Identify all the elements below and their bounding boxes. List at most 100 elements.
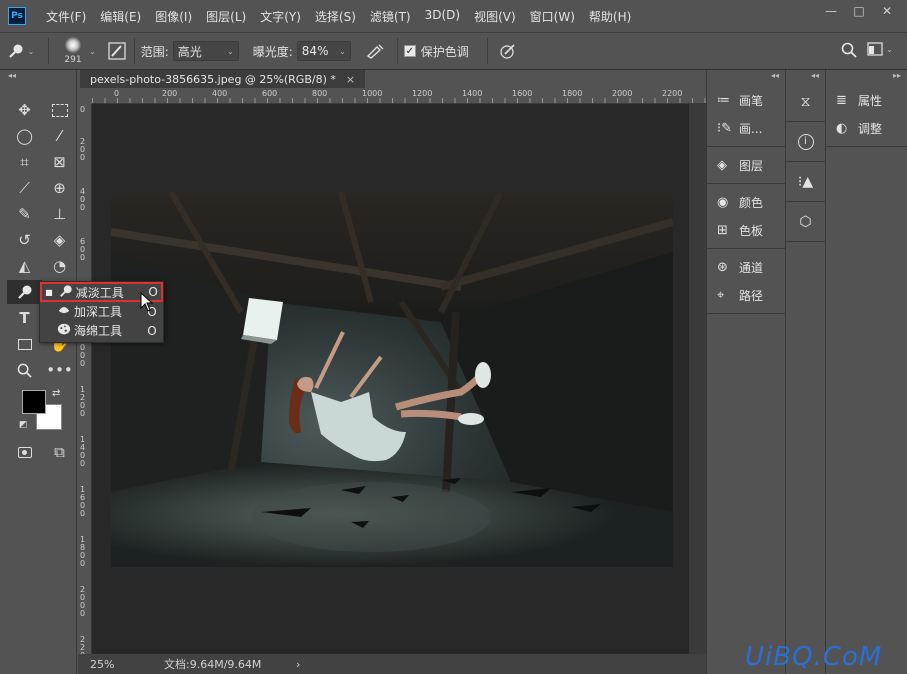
brush-tool-icon[interactable]: ✎: [7, 202, 42, 226]
marquee-tool-icon[interactable]: [42, 98, 77, 122]
menu-layer[interactable]: 图层(L): [199, 8, 253, 25]
document-tab[interactable]: pexels-photo-3856635.jpeg @ 25%(RGB/8) *…: [80, 70, 366, 88]
close-tab-icon[interactable]: ×: [346, 73, 355, 86]
eyedropper-tool-icon[interactable]: ⟋: [7, 176, 42, 200]
horizontal-ruler: 0 200 400 600 800 1000 1200 1400 1600 18…: [92, 88, 706, 104]
brush-preset-picker[interactable]: 291: [61, 33, 85, 69]
paint-bucket-icon[interactable]: ◭: [7, 254, 42, 278]
menu-edit[interactable]: 编辑(E): [93, 8, 148, 25]
palette-icon: ◉: [717, 194, 729, 210]
tool-preset-picker[interactable]: ⌄: [0, 43, 42, 59]
default-colors-icon[interactable]: ◩: [19, 420, 28, 430]
status-bar: 25% 文档:9.64M/9.64M ›: [78, 654, 706, 674]
panel-dock-icons: ◂◂ ⧖ i ⁝▲ ⬡: [785, 70, 825, 674]
range-dropdown[interactable]: 高光 ⌄: [172, 41, 239, 61]
brush-settings-toggle[interactable]: [106, 40, 128, 62]
panel-label: 画笔: [739, 93, 764, 108]
ruler-ticks: [92, 98, 706, 103]
tools-panel: ◂◂ ✥ ◯ ⁄ ⌗ ⊠ ⟋ ⊕ ✎ ⊥ ↺ ◈ ◭ ◔ T ✋ ••• ⇄ ◩…: [0, 70, 77, 674]
properties-icon: ≣: [836, 92, 847, 108]
exposure-field[interactable]: 84% ⌄: [296, 41, 351, 61]
flyout-label: 海绵工具: [74, 324, 123, 338]
protect-tones-checkbox[interactable]: ✓: [403, 45, 416, 57]
menu-filter[interactable]: 滤镜(T): [363, 8, 418, 25]
swap-colors-icon[interactable]: ⇄: [52, 388, 60, 399]
panel-brush-presets[interactable]: ⁝✎ 画...: [707, 114, 785, 142]
more-tools-icon[interactable]: •••: [42, 358, 77, 382]
menu-help[interactable]: 帮助(H): [582, 8, 638, 25]
panel-brush-settings[interactable]: ≔ 画笔: [707, 86, 785, 114]
panel-properties[interactable]: ≣ 属性: [826, 86, 907, 114]
panel-channels[interactable]: ⊛ 通道: [707, 253, 785, 281]
menu-view[interactable]: 视图(V): [467, 8, 523, 25]
airbrush-icon: [366, 44, 384, 59]
properties-panel-group: ≣ 属性 ◐ 调整: [826, 82, 907, 147]
collapse-icon[interactable]: ◂◂: [0, 70, 76, 82]
zoom-tool-icon[interactable]: [7, 358, 42, 382]
move-tool-icon[interactable]: ✥: [7, 98, 42, 122]
quick-mask-icon[interactable]: [7, 440, 42, 464]
minimize-button[interactable]: —: [819, 2, 843, 20]
chevron-down-icon[interactable]: ⌄: [89, 47, 96, 56]
dodge-tool-icon[interactable]: [7, 280, 42, 304]
panel-color[interactable]: ◉ 颜色: [707, 188, 785, 216]
healing-brush-icon[interactable]: ⊕: [42, 176, 77, 200]
chevron-down-icon: ⌄: [227, 46, 234, 56]
history-panel-icon[interactable]: ⧖: [786, 82, 825, 122]
collapse-icon[interactable]: ◂◂: [786, 70, 825, 82]
ruler-label: 1000: [362, 89, 383, 98]
channels-icon: ⊛: [717, 259, 728, 275]
menu-type[interactable]: 文字(Y): [253, 8, 308, 25]
character-panel-icon[interactable]: ⁝▲: [786, 162, 825, 202]
search-button[interactable]: [841, 42, 857, 61]
menu-select[interactable]: 选择(S): [308, 8, 363, 25]
photo-canvas[interactable]: [111, 192, 673, 567]
panel-layers[interactable]: ◈ 图层: [707, 151, 785, 179]
paths-icon: ⌖: [717, 287, 725, 303]
airbrush-toggle[interactable]: [359, 43, 391, 59]
ruler-label: 200: [162, 89, 178, 98]
clone-stamp-icon[interactable]: ⊥: [42, 202, 77, 226]
photoshop-logo: Ps: [8, 7, 26, 25]
lasso-tool-icon[interactable]: ◯: [7, 124, 42, 148]
divider: [48, 38, 49, 64]
menu-3d[interactable]: 3D(D): [418, 8, 467, 25]
ruler-label: 2000: [80, 585, 86, 618]
panel-label: 路径: [739, 288, 764, 303]
panel-adjustments[interactable]: ◐ 调整: [826, 114, 907, 142]
magic-wand-icon[interactable]: ⁄: [42, 124, 77, 148]
canvas-area[interactable]: [93, 105, 688, 654]
foreground-color-swatch[interactable]: [22, 390, 46, 414]
blur-tool-icon[interactable]: ◔: [42, 254, 77, 278]
history-brush-icon[interactable]: ↺: [7, 228, 42, 252]
info-panel-icon[interactable]: i: [786, 122, 825, 162]
flyout-item-sponge[interactable]: 海绵工具 O: [40, 321, 163, 340]
menu-image[interactable]: 图像(I): [148, 8, 199, 25]
eraser-tool-icon[interactable]: ◈: [42, 228, 77, 252]
status-menu-arrow[interactable]: ›: [296, 658, 300, 671]
panel-swatches[interactable]: ⊞ 色板: [707, 216, 785, 244]
menu-file[interactable]: 文件(F): [39, 8, 93, 25]
chevron-down-icon: ⌄: [339, 46, 346, 56]
ruler-label: 2000: [612, 89, 633, 98]
3d-panel-icon[interactable]: ⬡: [786, 202, 825, 242]
panel-paths[interactable]: ⌖ 路径: [707, 281, 785, 309]
close-button[interactable]: ✕: [875, 2, 899, 20]
crop-tool-icon[interactable]: ⌗: [7, 150, 42, 174]
menu-items: 文件(F) 编辑(E) 图像(I) 图层(L) 文字(Y) 选择(S) 滤镜(T…: [39, 8, 638, 25]
collapse-icon[interactable]: ▸▸: [826, 70, 907, 82]
panel-dock-labels: ◂◂ ≔ 画笔 ⁝✎ 画... ◈ 图层 ◉ 颜色 ⊞ 色板 ⊛ 通道 ⌖ 路径: [706, 70, 785, 674]
panel-label: 颜色: [739, 195, 764, 210]
ruler-label: 1800: [562, 89, 583, 98]
rectangle-tool-icon[interactable]: [7, 332, 42, 356]
frame-tool-icon[interactable]: ⊠: [42, 150, 77, 174]
workspace-switcher[interactable]: ⌄: [867, 42, 893, 56]
pressure-toggle[interactable]: [494, 42, 522, 60]
menu-window[interactable]: 窗口(W): [523, 8, 582, 25]
vertical-scrollbar[interactable]: [689, 104, 706, 656]
collapse-icon[interactable]: ◂◂: [707, 70, 785, 82]
screen-mode-icon[interactable]: ⧉: [42, 440, 77, 464]
zoom-level[interactable]: 25%: [78, 658, 138, 671]
type-tool-icon[interactable]: T: [7, 306, 42, 330]
restore-button[interactable]: □: [847, 2, 871, 20]
